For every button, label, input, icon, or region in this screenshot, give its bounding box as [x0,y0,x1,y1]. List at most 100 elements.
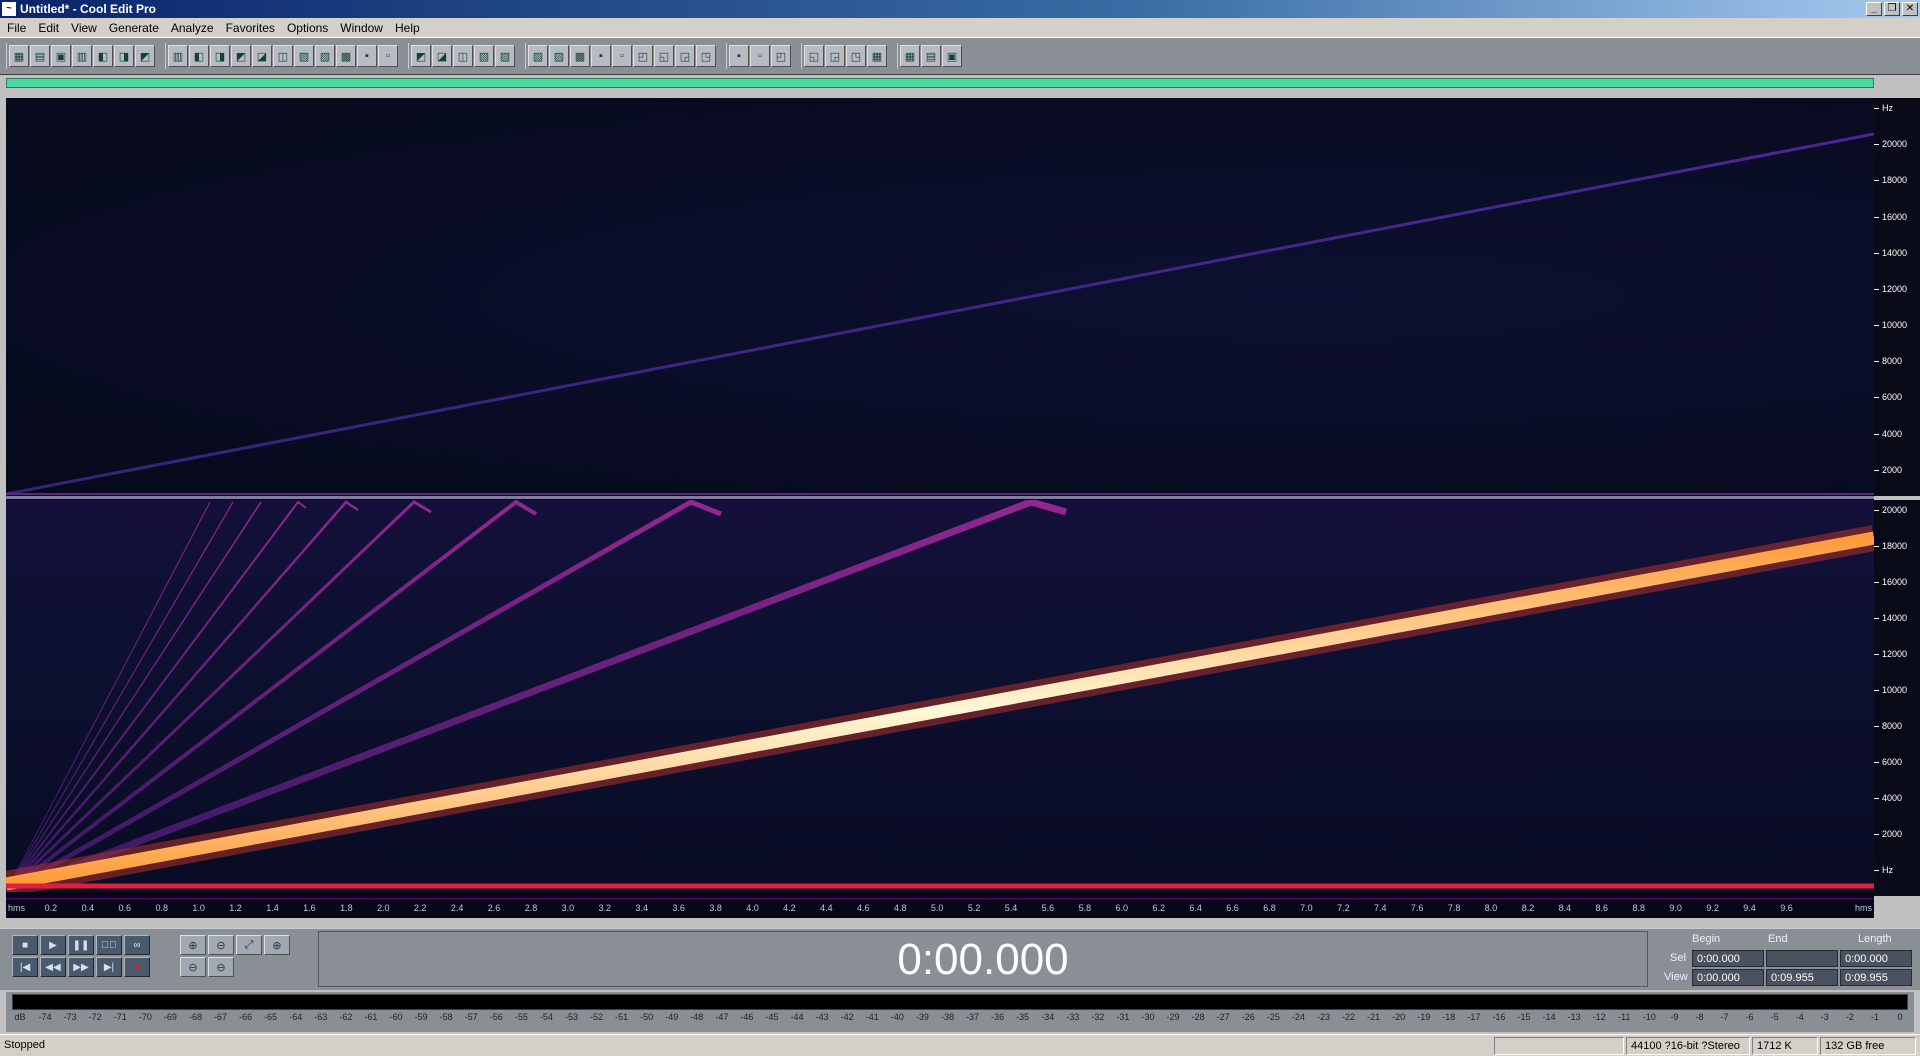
harmonic-traces [6,500,1067,892]
help-context-icon[interactable]: ◰ [771,45,791,67]
fx-4-icon[interactable]: ▦ [867,45,887,67]
play-loop-icon[interactable]: ▪ [591,45,611,67]
spectral-view-icon[interactable]: ◪ [432,45,452,67]
menu-view[interactable]: View [66,18,104,37]
sel-begin-field[interactable]: 0:00.000 [1692,950,1764,967]
cut-icon[interactable]: ◫ [273,45,293,67]
begin-header: Begin [1692,933,1721,945]
crossfade-icon[interactable]: ▫ [378,45,398,67]
redo-icon[interactable]: ◧ [189,45,209,67]
mix-paste-icon[interactable]: ◩ [135,45,155,67]
scripts-icon[interactable]: ▦ [900,45,920,67]
meter-tick-label: -17 [1467,1012,1481,1022]
copy-new-icon[interactable]: ◪ [252,45,272,67]
loop-button[interactable]: ∞ [124,935,150,955]
toolbar-group: ▧ ▨ ▩ ▪ ▫ ◰ ◱ ◲ ◳ [525,43,718,69]
meter-tick-label: -35 [1016,1012,1030,1022]
zoom-view-icon[interactable]: ▫ [612,45,632,67]
zoom-out-vertical-button[interactable]: ⊖ [180,957,206,977]
fx-3-icon[interactable]: ◳ [846,45,866,67]
meter-tick-label: -4 [1795,1012,1804,1022]
fast-forward-button[interactable]: ▶▶ [68,957,94,977]
view-length-field[interactable]: 0:09.955 [1840,969,1912,986]
sel-end-field[interactable] [1766,950,1838,967]
brainstorm-2-icon[interactable]: ▤ [921,45,941,67]
overview-bar[interactable] [6,78,1874,88]
save-all-icon[interactable]: ▥ [72,45,92,67]
file-new-icon[interactable]: ▦ [9,45,29,67]
menu-analyze[interactable]: Analyze [166,18,221,37]
fx-2-icon[interactable]: ◲ [825,45,845,67]
cue-list-icon[interactable]: ▧ [528,45,548,67]
sel-length-field[interactable]: 0:00.000 [1840,950,1912,967]
pan-view-icon[interactable]: ◫ [453,45,473,67]
menu-window[interactable]: Window [335,18,390,37]
zoom-out-full-button[interactable]: ⊖ [208,957,234,977]
restore-button[interactable]: ❐ [1884,2,1900,16]
view-end-field[interactable]: 0:09.955 [1766,969,1838,986]
play-button[interactable]: ▶ [40,935,66,955]
trim-icon[interactable]: ▧ [294,45,314,67]
brainstorm-icon[interactable]: ▫ [750,45,770,67]
repeat-icon[interactable]: ◨ [210,45,230,67]
view-begin-field[interactable]: 0:00.000 [1692,969,1764,986]
fullscreen-icon[interactable]: ▣ [942,45,962,67]
record-button[interactable]: ● [124,957,150,977]
close-file-icon[interactable]: ◧ [93,45,113,67]
undo-icon[interactable]: ▥ [168,45,188,67]
menu-edit[interactable]: Edit [33,18,66,37]
info-icon[interactable]: ▩ [570,45,590,67]
marker-icon[interactable]: ◲ [675,45,695,67]
pause-button[interactable]: ❚❚ [68,935,94,955]
time-tick-label: 8.4 [1558,903,1572,913]
channel-icon[interactable]: ◳ [696,45,716,67]
time-label-icon[interactable]: ◰ [633,45,653,67]
zoom-out-button[interactable]: ⊖ [208,935,234,955]
spectral-view[interactable] [6,98,1874,898]
paste-icon[interactable]: ▨ [315,45,335,67]
save-icon[interactable]: ▣ [51,45,71,67]
rewind-button[interactable]: ◀◀ [40,957,66,977]
play-to-end-button[interactable]: ▶⃝ [96,935,122,955]
zoom-full-button[interactable]: ⤢ [236,935,262,955]
go-to-start-button[interactable]: |◀ [12,957,38,977]
time-unit-right: hms [1854,903,1872,913]
app-icon[interactable]: ~ [2,2,16,16]
copy-icon[interactable]: ◩ [231,45,251,67]
meter-tick-label: -69 [163,1012,177,1022]
play-list-icon[interactable]: ▨ [549,45,569,67]
menu-generate[interactable]: Generate [104,18,166,37]
minimize-button[interactable]: _ [1866,2,1882,16]
meter-tick-label: -27 [1216,1012,1230,1022]
frequency-analysis-icon[interactable]: ◱ [654,45,674,67]
insert-icon[interactable]: ◨ [114,45,134,67]
time-tick-label: 1.8 [340,903,353,913]
waveform-view-icon[interactable]: ◩ [411,45,431,67]
time-ruler[interactable]: hms hms 0.2 0.4 0.6 0.8 1.0 1.2 1.4 1.6 1.8 2.0 2.… [6,898,1874,918]
stop-button[interactable]: ■ [12,935,38,955]
time-tick-label: 1.4 [266,903,279,913]
phase-view-icon[interactable]: ▧ [474,45,494,67]
right-channel-spectrum[interactable] [6,500,1874,892]
time-tick-label: 3.6 [672,903,685,913]
meter-tick-label: -25 [1266,1012,1280,1022]
zoom-in-vertical-button[interactable]: ⊕ [264,935,290,955]
time-tick-label: 0.4 [81,903,95,913]
mix-icon[interactable]: ▪ [357,45,377,67]
left-channel-spectrum[interactable] [6,98,1874,496]
menu-options[interactable]: Options [282,18,335,37]
menu-file[interactable]: File [2,18,33,37]
time-tick-label: 7.0 [1300,903,1313,913]
menu-favorites[interactable]: Favorites [221,18,282,37]
paste-new-icon[interactable]: ▩ [336,45,356,67]
close-button[interactable]: ✕ [1902,2,1918,16]
zoom-in-button[interactable]: ⊕ [180,935,206,955]
fx-1-icon[interactable]: ◱ [804,45,824,67]
wizard-icon[interactable]: ▪ [729,45,749,67]
open-icon[interactable]: ▤ [30,45,50,67]
time-tick-label: 6.2 [1152,903,1165,913]
frequency-tick-label: 2000 [1874,464,1920,476]
stereo-view-icon[interactable]: ▨ [495,45,515,67]
menu-help[interactable]: Help [390,18,427,37]
go-to-end-button[interactable]: ▶| [96,957,122,977]
